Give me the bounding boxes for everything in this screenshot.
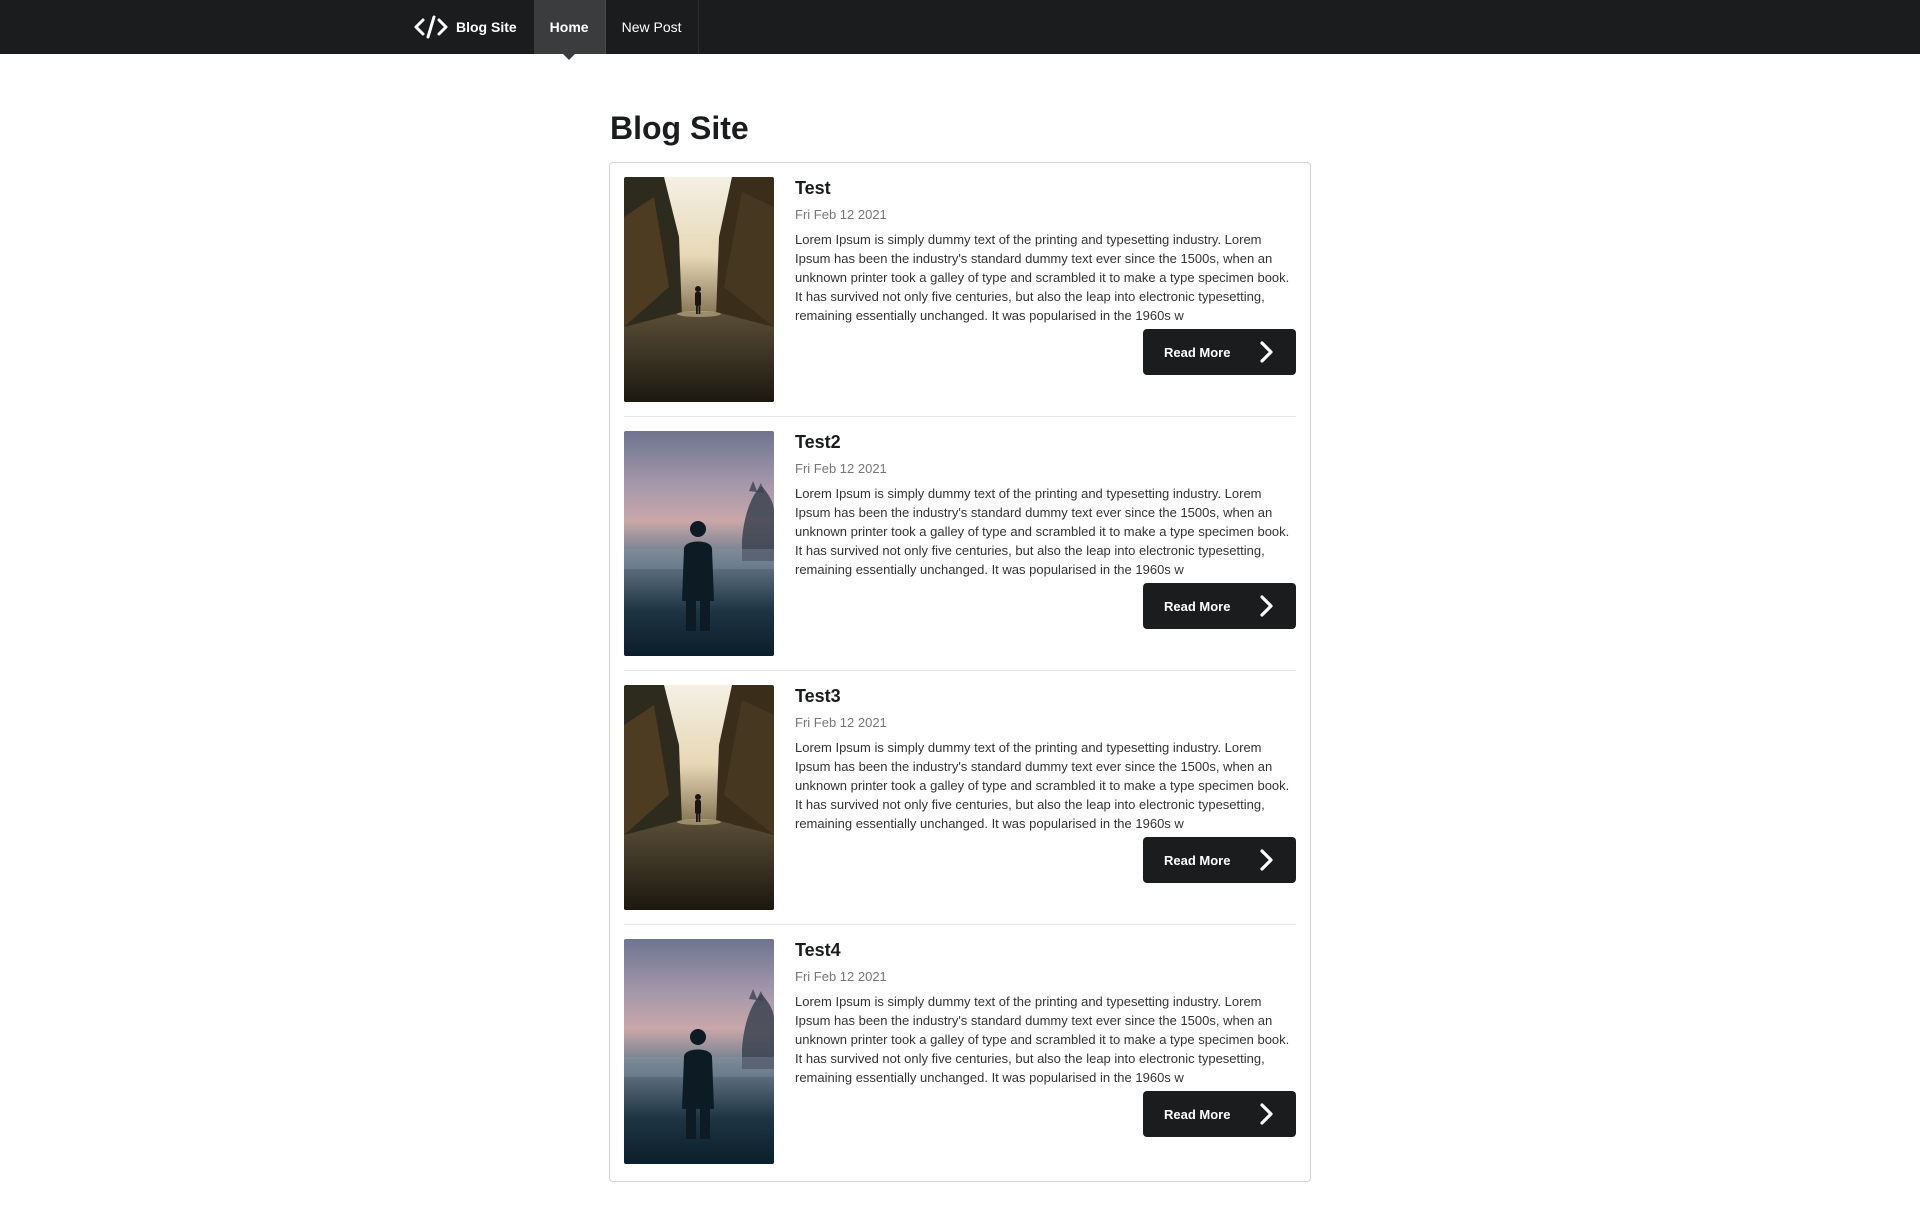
post-body: Test Fri Feb 12 2021 Lorem Ipsum is simp… — [795, 177, 1298, 325]
nav-item-label: New Post — [621, 19, 682, 35]
post-date: Fri Feb 12 2021 — [795, 461, 887, 476]
read-more-button[interactable]: Read More — [1143, 583, 1296, 629]
forest-path-photo — [624, 685, 774, 910]
misty-silhouette-photo — [624, 431, 774, 656]
misty-silhouette-photo — [624, 939, 774, 1164]
read-more-label: Read More — [1164, 344, 1231, 360]
nav-menu: Blog Site Home New Post — [398, 0, 699, 60]
post-item: Test3 Fri Feb 12 2021 Lorem Ipsum is sim… — [624, 671, 1296, 925]
post-excerpt: Lorem Ipsum is simply dummy text of the … — [795, 486, 1290, 577]
chevron-right-icon — [1252, 591, 1282, 621]
post-date: Fri Feb 12 2021 — [795, 969, 887, 984]
post-excerpt: Lorem Ipsum is simply dummy text of the … — [795, 232, 1290, 323]
nav-item-home[interactable]: Home — [533, 0, 606, 60]
post-body: Test2 Fri Feb 12 2021 Lorem Ipsum is sim… — [795, 431, 1298, 579]
post-body: Test4 Fri Feb 12 2021 Lorem Ipsum is sim… — [795, 939, 1298, 1087]
read-more-label: Read More — [1164, 852, 1231, 868]
read-more-button[interactable]: Read More — [1143, 837, 1296, 883]
code-icon — [413, 15, 449, 39]
read-more-label: Read More — [1164, 598, 1231, 614]
post-date: Fri Feb 12 2021 — [795, 715, 887, 730]
post-title[interactable]: Test3 — [795, 685, 1298, 707]
post-list: Test Fri Feb 12 2021 Lorem Ipsum is simp… — [609, 162, 1311, 1182]
read-more-button[interactable]: Read More — [1143, 1091, 1296, 1137]
read-more-button[interactable]: Read More — [1143, 329, 1296, 375]
post-title[interactable]: Test — [795, 177, 1298, 199]
post-thumbnail[interactable] — [624, 939, 774, 1164]
page-title: Blog Site — [610, 110, 749, 146]
forest-path-photo — [624, 177, 774, 402]
chevron-right-icon — [1252, 845, 1282, 875]
post-thumbnail[interactable] — [624, 431, 774, 656]
nav-item-label: Home — [549, 19, 589, 35]
post-title[interactable]: Test2 — [795, 431, 1298, 453]
post-excerpt: Lorem Ipsum is simply dummy text of the … — [795, 740, 1290, 831]
post-body: Test3 Fri Feb 12 2021 Lorem Ipsum is sim… — [795, 685, 1298, 833]
post-item: Test4 Fri Feb 12 2021 Lorem Ipsum is sim… — [624, 925, 1296, 1179]
post-thumbnail[interactable] — [624, 685, 774, 910]
post-title[interactable]: Test4 — [795, 939, 1298, 961]
chevron-right-icon — [1252, 1099, 1282, 1129]
post-excerpt: Lorem Ipsum is simply dummy text of the … — [795, 994, 1290, 1085]
post-thumbnail[interactable] — [624, 177, 774, 402]
post-date: Fri Feb 12 2021 — [795, 207, 887, 222]
nav-item-new-post[interactable]: New Post — [606, 0, 699, 54]
read-more-label: Read More — [1164, 1106, 1231, 1122]
chevron-right-icon — [1252, 337, 1282, 367]
nav-brand-label: Blog Site — [456, 19, 517, 35]
nav-brand-link[interactable]: Blog Site — [398, 0, 534, 54]
post-item: Test Fri Feb 12 2021 Lorem Ipsum is simp… — [624, 163, 1296, 417]
post-item: Test2 Fri Feb 12 2021 Lorem Ipsum is sim… — [624, 417, 1296, 671]
top-navbar: Blog Site Home New Post — [0, 0, 1920, 60]
